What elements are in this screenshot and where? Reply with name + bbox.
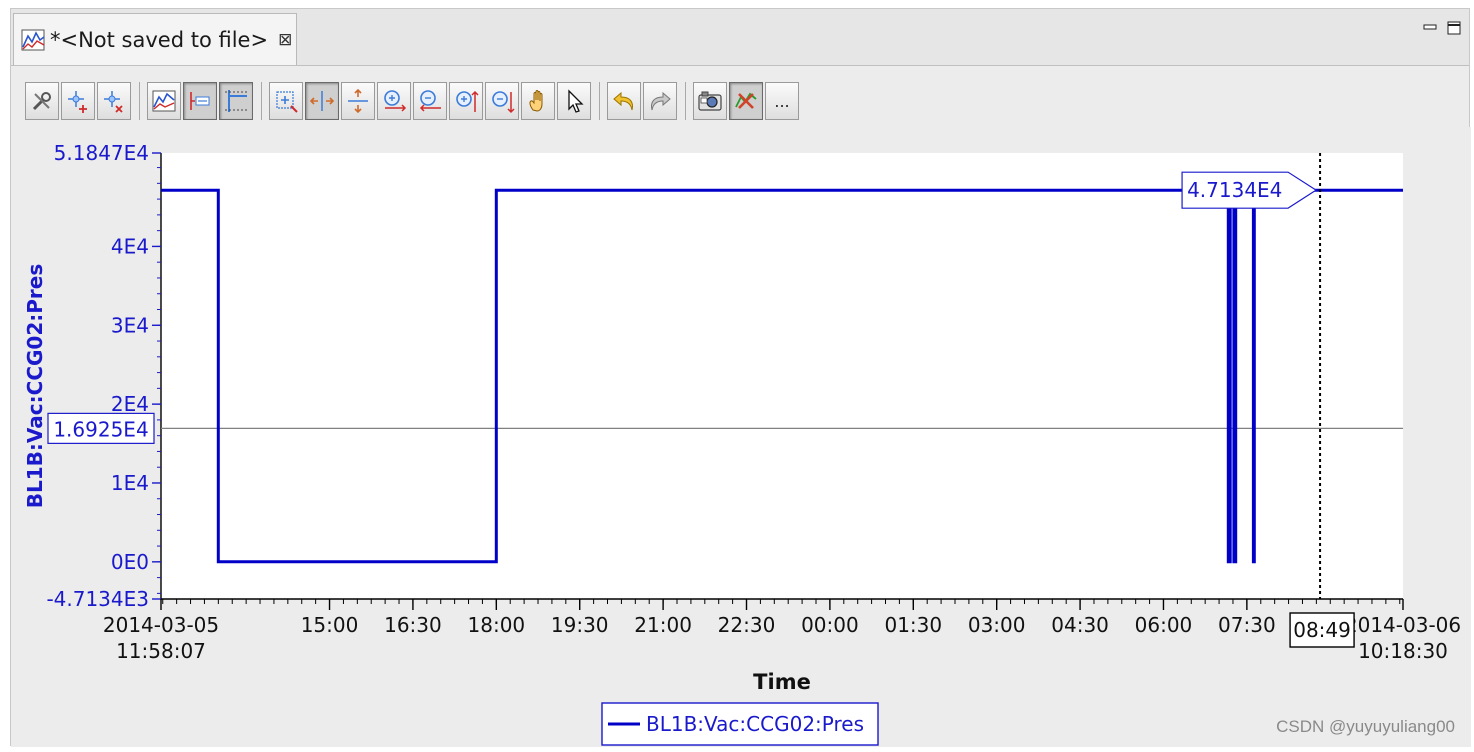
remove-annotation-button[interactable] [97,82,131,120]
y-tick-label: 1E4 [111,471,149,495]
redo-button[interactable] [643,82,677,120]
toggle-crosshair-button[interactable] [219,82,253,120]
hand-icon [529,90,543,112]
x-tick-label: 2014-03-05 [103,613,219,637]
plot-area[interactable] [161,153,1403,599]
x-tick-label: 04:30 [1051,613,1109,637]
zoom-in-y-button[interactable] [449,82,483,120]
x-tick-label: 16:30 [384,613,442,637]
remove-trace-button[interactable] [729,82,763,120]
add-annotation-icon [68,91,87,113]
zoom-in-y-icon [456,90,479,112]
more-button[interactable]: ... [765,82,799,120]
zoom-out-x-button[interactable] [413,82,447,120]
y-tick-label: 2E4 [111,392,149,416]
toolbar-separator [599,82,600,120]
x-tick-label: 07:30 [1218,613,1276,637]
chart-icon [152,90,176,112]
toolbar-separator [261,82,262,120]
remove-annotation-icon [104,91,123,113]
value-label-icon [190,92,210,110]
horizontal-cursor-label: 1.6925E4 [53,417,148,441]
x-tick-label: 15:00 [301,613,359,637]
zoom-out-y-button[interactable] [485,82,519,120]
x-axis-label: Time [753,670,811,694]
x-tick-label: 18:00 [468,613,526,637]
toolbar-separator [139,82,140,120]
tab-title: *<Not saved to file> [50,27,269,52]
toolbar-separator [685,82,686,120]
y-tick-label: -4.7134E3 [46,587,149,611]
vertical-zoom-button[interactable] [341,82,375,120]
zoom-in-x-button[interactable] [377,82,411,120]
camera-icon [698,91,722,111]
redo-icon [651,91,671,111]
plot-window: *<Not saved to file> ⊠ ... 5.1847E4 4E4 … [10,8,1471,747]
remove-trace-icon [735,92,757,109]
minimize-icon[interactable] [1423,21,1437,35]
x-tick-label: 19:30 [551,613,609,637]
y-tick-label: 4E4 [111,234,149,258]
toggle-legend-button[interactable] [147,82,181,120]
crosshair-axis-icon [225,90,247,112]
x-tick-label-secondary: 10:18:30 [1358,639,1448,663]
y-axis-label: BL1B:Vac:CCG02:Pres [23,264,47,508]
zoom-out-x-icon [419,90,441,112]
plot-chart[interactable]: 5.1847E4 4E4 3E4 2E4 1E4 0E0 -4.7134E3 BL1B:Vac… [11,127,1471,747]
plot-toolbar: ... [25,81,801,121]
horizontal-zoom-button[interactable] [305,82,339,120]
y-tick-label: 0E0 [111,550,149,574]
horizontal-zoom-icon [309,91,335,111]
x-tick-label: 2014-03-06 [1345,613,1461,637]
snapshot-button[interactable] [693,82,727,120]
pointer-button[interactable] [557,82,591,120]
vertical-zoom-icon [348,88,368,114]
y-tick-label: 3E4 [111,313,149,337]
tools-icon [32,92,51,111]
configure-button[interactable] [25,82,59,120]
x-tick-label-secondary: 11:58:07 [116,639,206,663]
watermark: CSDN @yuyuyuliang00 [1276,717,1455,736]
undo-icon [613,91,633,111]
rubberband-zoom-button[interactable] [269,82,303,120]
x-tick-label: 21:00 [634,613,692,637]
zoom-out-y-icon [492,91,515,114]
vertical-cursor-label: 08:49 [1293,618,1351,642]
undo-button[interactable] [607,82,641,120]
y-tick-label: 5.1847E4 [54,141,149,165]
more-label: ... [774,91,790,111]
pan-button[interactable] [521,82,555,120]
legend-item: BL1B:Vac:CCG02:Pres [646,712,864,736]
data-browser-icon [21,29,45,50]
tab-close-icon[interactable]: ⊠ [278,30,292,50]
x-tick-label: 01:30 [884,613,942,637]
toggle-toolbar-button[interactable] [183,82,217,120]
tab-plot[interactable]: *<Not saved to file> ⊠ [13,13,297,65]
rubberband-zoom-icon [276,91,298,113]
x-tick-label: 03:00 [968,613,1026,637]
add-annotation-button[interactable] [61,82,95,120]
value-marker-label: 4.7134E4 [1187,178,1282,202]
maximize-icon[interactable] [1447,21,1461,35]
x-tick-label: 06:00 [1135,613,1193,637]
pointer-icon [568,89,584,113]
x-tick-label: 22:30 [718,613,776,637]
legend: BL1B:Vac:CCG02:Pres [601,702,879,746]
tab-bar: *<Not saved to file> ⊠ [11,9,1469,66]
x-tick-label: 00:00 [801,613,859,637]
zoom-in-x-icon [384,90,407,112]
